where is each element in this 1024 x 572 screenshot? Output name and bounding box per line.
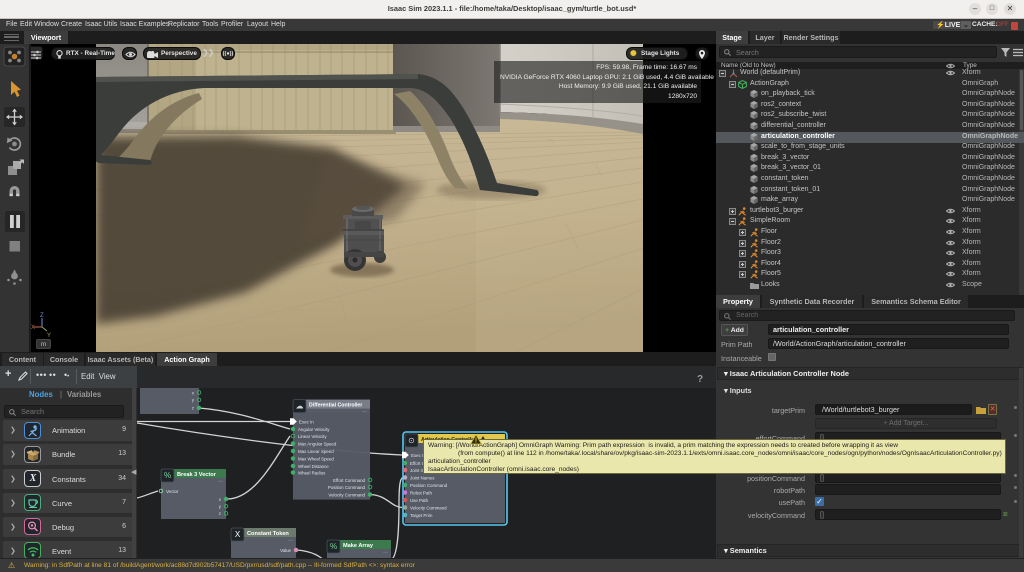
svg-text:Wheel Distance: Wheel Distance — [298, 464, 329, 469]
svg-text:X: X — [235, 530, 241, 539]
svg-text:Max Linear Speed: Max Linear Speed — [298, 449, 334, 454]
svg-text:X: X — [31, 325, 35, 331]
svg-text:Constant Token: Constant Token — [247, 531, 289, 537]
svg-text:Make Array: Make Array — [343, 543, 374, 549]
svg-text:%: % — [330, 542, 337, 551]
svg-text:Velocity Command: Velocity Command — [410, 505, 447, 510]
svg-text:z: z — [219, 511, 221, 516]
svg-text:…: … — [218, 478, 223, 484]
svg-text:z: z — [192, 406, 194, 411]
svg-text:Z: Z — [40, 313, 44, 319]
svg-text:Break 3 Vector: Break 3 Vector — [177, 472, 217, 478]
svg-text:Position Command: Position Command — [410, 483, 448, 488]
svg-text:Target Prim: Target Prim — [410, 513, 433, 518]
svg-text:…: … — [362, 408, 367, 414]
svg-text:%: % — [164, 471, 171, 480]
svg-text:…: … — [383, 549, 388, 555]
svg-text:Robot Path: Robot Path — [410, 490, 433, 495]
svg-text:Linear Velocity: Linear Velocity — [298, 434, 327, 439]
svg-text:Velocity Command: Velocity Command — [328, 492, 365, 497]
svg-text:Joint Names: Joint Names — [410, 475, 435, 480]
svg-text:Effort Command: Effort Command — [333, 478, 365, 483]
svg-text:Differential Controller: Differential Controller — [309, 402, 362, 408]
svg-text:Position Command: Position Command — [328, 485, 366, 490]
svg-text:Wheel Radius: Wheel Radius — [298, 470, 326, 475]
svg-text:Vector: Vector — [166, 489, 179, 494]
svg-text:Angular Velocity: Angular Velocity — [298, 427, 330, 432]
svg-text:Use Path: Use Path — [410, 498, 429, 503]
svg-text:…: … — [288, 537, 293, 543]
svg-text:Value: Value — [280, 548, 291, 553]
svg-text:Max Angular Speed: Max Angular Speed — [298, 441, 337, 446]
svg-text:☁: ☁ — [296, 402, 304, 411]
svg-text:⊙: ⊙ — [408, 436, 415, 445]
svg-text:Max Wheel Speed: Max Wheel Speed — [298, 456, 334, 461]
svg-text:Exec In: Exec In — [299, 419, 314, 424]
svg-text:!: ! — [475, 438, 477, 445]
